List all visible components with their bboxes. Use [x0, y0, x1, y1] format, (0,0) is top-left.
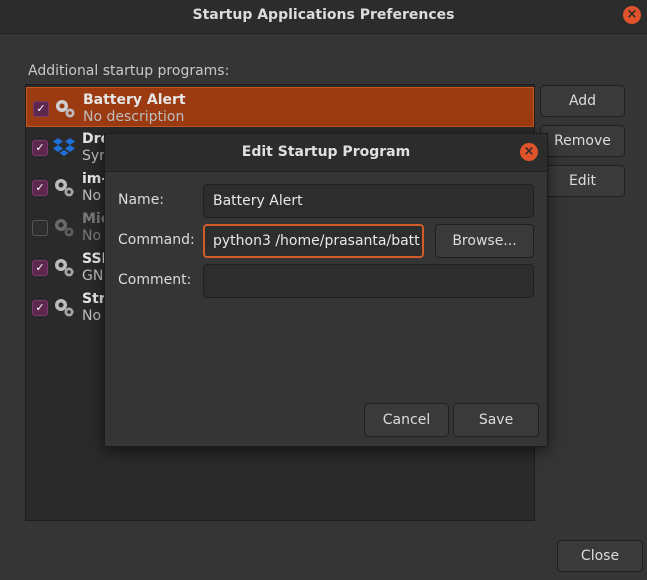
comment-field[interactable] [203, 264, 534, 298]
comment-label: Comment: [118, 272, 192, 288]
list-item[interactable]: ✓ Battery Alert No description [26, 87, 534, 127]
gears-icon [56, 100, 75, 118]
dialog-title: Edit Startup Program [241, 144, 411, 160]
edit-startup-program-dialog: Edit Startup Program × Name: Battery Ale… [104, 133, 548, 447]
window-titlebar: Startup Applications Preferences × [0, 0, 647, 34]
browse-button[interactable]: Browse... [435, 224, 534, 258]
save-button[interactable]: Save [453, 403, 539, 437]
program-description: No [82, 228, 102, 244]
window-close-icon[interactable]: × [623, 6, 641, 24]
cancel-button[interactable]: Cancel [364, 403, 449, 437]
program-description: No [82, 308, 102, 324]
add-button[interactable]: Add [540, 85, 625, 117]
program-description: No description [83, 109, 185, 125]
close-button[interactable]: Close [557, 540, 643, 572]
gears-icon [55, 219, 74, 237]
program-name: Str [82, 291, 106, 307]
enabled-checkbox[interactable]: ✓ [32, 260, 48, 276]
dropbox-icon [53, 138, 75, 156]
enabled-checkbox[interactable]: ✓ [32, 300, 48, 316]
gears-icon [55, 179, 74, 197]
program-name: Battery Alert [83, 92, 186, 108]
section-label: Additional startup programs: [28, 63, 230, 79]
enabled-checkbox[interactable]: ✓ [32, 220, 48, 236]
enabled-checkbox[interactable]: ✓ [32, 140, 48, 156]
dialog-titlebar: Edit Startup Program × [105, 134, 547, 172]
program-description: No [82, 188, 102, 204]
enabled-checkbox[interactable]: ✓ [32, 180, 48, 196]
enabled-checkbox[interactable]: ✓ [33, 101, 49, 117]
gears-icon [55, 299, 74, 317]
program-description: GN [82, 268, 104, 284]
command-field[interactable]: python3 /home/prasanta/batt [203, 224, 424, 258]
remove-button[interactable]: Remove [540, 125, 625, 157]
window-title: Startup Applications Preferences [192, 7, 455, 23]
name-field[interactable]: Battery Alert [203, 184, 534, 218]
edit-button[interactable]: Edit [540, 165, 625, 197]
command-label: Command: [118, 232, 195, 248]
name-label: Name: [118, 192, 165, 208]
gears-icon [55, 259, 74, 277]
dialog-close-icon[interactable]: × [520, 143, 538, 161]
